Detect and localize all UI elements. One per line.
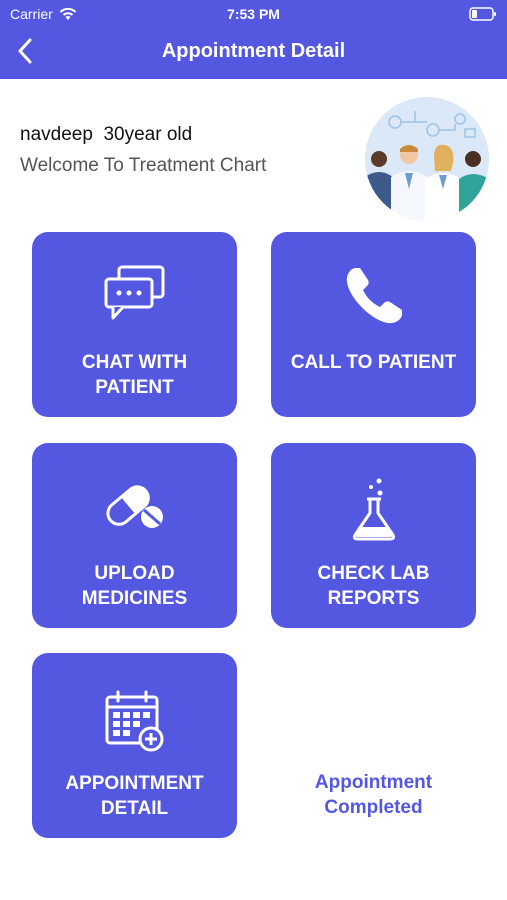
navigation-bar: Appointment Detail [0, 32, 507, 72]
tile-label-line1: CHECK LAB [317, 563, 430, 584]
page-title: Appointment Detail [161, 40, 346, 62]
app-header: Carrier 7:53 PM Appointment Detail [0, 0, 507, 79]
tile-label-line1: CALL TO PATIENT [290, 352, 457, 373]
call-to-patient-tile[interactable]: CALL TO PATIENT [271, 232, 476, 417]
upload-medicines-tile[interactable]: UPLOAD MEDICINES [32, 443, 237, 628]
calendar-add-icon [105, 690, 163, 752]
patient-name: navdeep 30year old [20, 124, 193, 145]
doctors-avatar [365, 97, 489, 221]
tile-label-line1: CHAT WITH [81, 352, 188, 373]
tile-label-line2: DETAIL [100, 798, 169, 819]
doctors-illustration [365, 97, 489, 221]
appointment-detail-tile[interactable]: APPOINTMENT DETAIL [32, 653, 237, 838]
tile-label-line2: PATIENT [95, 377, 174, 398]
tile-label-line2: MEDICINES [81, 588, 188, 609]
status-bar: Carrier 7:53 PM [0, 6, 507, 24]
flask-icon [352, 478, 395, 541]
chat-icon [104, 265, 164, 320]
completed-line1: Appointment [314, 772, 433, 793]
tile-label-line2: REPORTS [327, 588, 420, 609]
check-lab-reports-tile[interactable]: CHECK LAB REPORTS [271, 443, 476, 628]
tile-label-line1: APPOINTMENT [65, 773, 204, 794]
appointment-completed-link[interactable]: Appointment Completed [271, 770, 476, 820]
phone-icon [346, 268, 402, 324]
completed-line2: Completed [324, 797, 423, 818]
welcome-text: Welcome To Treatment Chart [20, 155, 267, 176]
pills-icon [105, 485, 163, 528]
status-time: 7:53 PM [227, 6, 280, 22]
tile-label-line1: UPLOAD [94, 563, 175, 584]
battery-icon [469, 7, 496, 21]
chat-with-patient-tile[interactable]: CHAT WITH PATIENT [32, 232, 237, 417]
